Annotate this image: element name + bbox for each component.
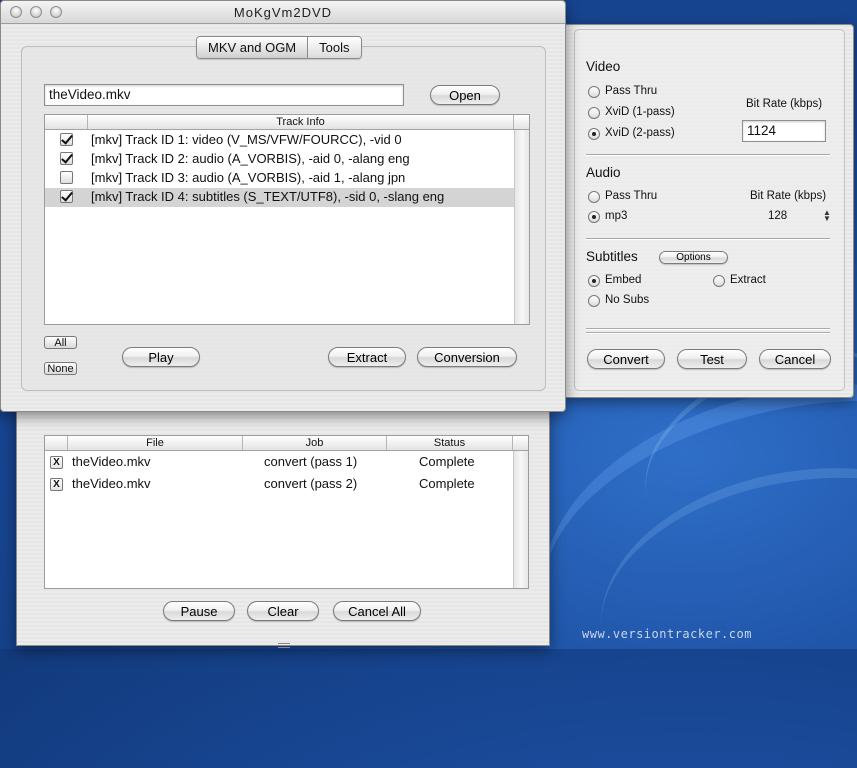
settings-window: Video Pass Thru XviD (1-pass) XviD (2-pa… — [563, 24, 854, 398]
track-checkbox[interactable] — [60, 190, 73, 203]
main-window: MoKgVm2DVD MKV and OGM Tools theVideo.mk… — [0, 0, 566, 412]
table-row[interactable]: X theVideo.mkv convert (pass 2) Complete — [45, 475, 515, 494]
table-row[interactable]: X theVideo.mkv convert (pass 1) Complete — [45, 453, 515, 472]
table-row[interactable]: [mkv] Track ID 1: video (V_MS/VFW/FOURCC… — [45, 131, 515, 150]
tab-bar: MKV and OGM Tools — [196, 36, 362, 59]
remove-job-checkbox[interactable]: X — [50, 456, 63, 469]
audio-mp3-label: mp3 — [605, 210, 628, 222]
audio-passthru-radio[interactable] — [588, 191, 600, 203]
column-header-check — [45, 115, 88, 129]
job-name: convert (pass 1) — [264, 454, 358, 469]
track-checkbox[interactable] — [60, 133, 73, 146]
job-file: theVideo.mkv — [72, 476, 151, 491]
column-header-mark — [45, 436, 68, 450]
job-status: Complete — [419, 454, 475, 469]
subs-none-label: No Subs — [605, 294, 650, 306]
tab-tools[interactable]: Tools — [308, 37, 361, 58]
subtitles-heading: Subtitles — [586, 249, 638, 264]
audio-mp3-radio[interactable] — [588, 211, 600, 223]
subs-extract-label: Extract — [730, 274, 766, 286]
conversion-button[interactable]: Conversion — [417, 347, 517, 367]
column-header-file[interactable]: File — [68, 436, 243, 450]
track-info: [mkv] Track ID 3: audio (A_VORBIS), -aid… — [91, 170, 406, 185]
test-button[interactable]: Test — [677, 349, 747, 369]
job-file: theVideo.mkv — [72, 454, 151, 469]
table-row[interactable]: [mkv] Track ID 4: subtitles (S_TEXT/UTF8… — [45, 188, 515, 207]
tab-mkv-ogm[interactable]: MKV and OGM — [197, 37, 309, 58]
table-row[interactable]: [mkv] Track ID 3: audio (A_VORBIS), -aid… — [45, 169, 515, 188]
table-row[interactable]: [mkv] Track ID 2: audio (A_VORBIS), -aid… — [45, 150, 515, 169]
cancel-button[interactable]: Cancel — [759, 349, 831, 369]
video-passthru-label: Pass Thru — [605, 85, 658, 97]
queue-window: File Job Status X theVideo.mkv convert (… — [16, 404, 550, 646]
job-table-header: File Job Status — [45, 436, 528, 451]
clear-button[interactable]: Clear — [247, 601, 319, 621]
file-path-field[interactable]: theVideo.mkv — [44, 84, 404, 106]
track-info: [mkv] Track ID 4: subtitles (S_TEXT/UTF8… — [91, 189, 445, 204]
track-checkbox[interactable] — [60, 152, 73, 165]
title-bar[interactable]: MoKgVm2DVD — [1, 1, 565, 24]
track-info: [mkv] Track ID 2: audio (A_VORBIS), -aid… — [91, 151, 410, 166]
remove-job-checkbox[interactable]: X — [50, 478, 63, 491]
video-bitrate-field[interactable]: 1124 — [742, 120, 826, 142]
cancel-all-button[interactable]: Cancel All — [333, 601, 421, 621]
divider — [586, 328, 830, 330]
audio-bitrate-label: Bit Rate (kbps) — [750, 190, 827, 202]
video-xvid2-radio[interactable] — [588, 128, 600, 140]
audio-heading: Audio — [586, 165, 621, 180]
subs-extract-radio[interactable] — [713, 275, 725, 287]
track-table-header: Track Info — [45, 115, 529, 130]
column-header-status[interactable]: Status — [387, 436, 513, 450]
track-table[interactable]: Track Info [mkv] Track ID 1: video (V_MS… — [44, 114, 530, 325]
video-bitrate-label: Bit Rate (kbps) — [746, 98, 823, 110]
video-xvid1-radio[interactable] — [588, 107, 600, 119]
resize-grip-icon[interactable] — [278, 643, 290, 648]
video-xvid1-label: XviD (1-pass) — [605, 106, 675, 118]
subtitle-options-button[interactable]: Options — [659, 251, 728, 264]
divider — [586, 332, 830, 334]
audio-bitrate-select[interactable]: 128 — [768, 210, 787, 222]
play-button[interactable]: Play — [122, 347, 200, 367]
select-none-button[interactable]: None — [44, 362, 77, 375]
track-info: [mkv] Track ID 1: video (V_MS/VFW/FOURCC… — [91, 132, 402, 147]
window-title: MoKgVm2DVD — [233, 5, 333, 20]
track-table-scrollbar[interactable] — [514, 130, 529, 324]
video-passthru-radio[interactable] — [588, 86, 600, 98]
job-table-scrollbar[interactable] — [513, 451, 528, 588]
column-header-track-info[interactable]: Track Info — [88, 115, 514, 129]
watermark: www.versiontracker.com — [582, 627, 752, 641]
divider — [586, 238, 830, 240]
divider — [586, 154, 830, 156]
job-name: convert (pass 2) — [264, 476, 358, 491]
subs-embed-radio[interactable] — [588, 275, 600, 287]
job-table[interactable]: File Job Status X theVideo.mkv convert (… — [44, 435, 529, 589]
subs-none-radio[interactable] — [588, 295, 600, 307]
select-all-button[interactable]: All — [44, 336, 77, 349]
subs-embed-label: Embed — [605, 274, 642, 286]
audio-passthru-label: Pass Thru — [605, 190, 658, 202]
job-status: Complete — [419, 476, 475, 491]
column-header-job[interactable]: Job — [243, 436, 387, 450]
track-checkbox[interactable] — [60, 171, 73, 184]
convert-button[interactable]: Convert — [587, 349, 665, 369]
video-heading: Video — [586, 59, 621, 74]
pause-button[interactable]: Pause — [163, 601, 235, 621]
video-xvid2-label: XviD (2-pass) — [605, 127, 675, 139]
open-button[interactable]: Open — [430, 85, 500, 105]
stepper-arrows-icon[interactable]: ▲ ▼ — [823, 209, 831, 223]
extract-button[interactable]: Extract — [328, 347, 406, 367]
